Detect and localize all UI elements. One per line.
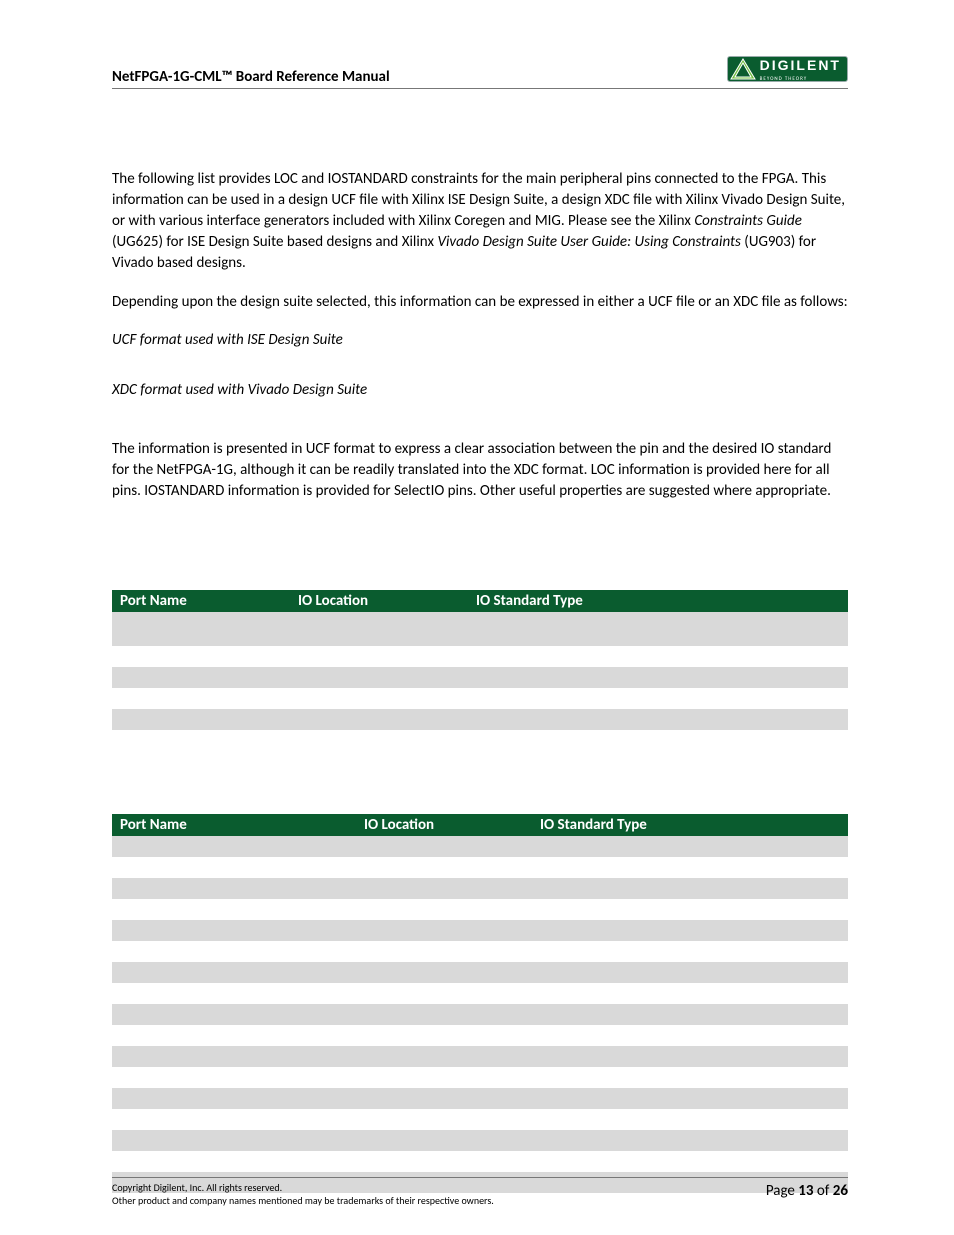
table-row: [112, 899, 848, 920]
page-header: NetFPGA-1G-CML™ Board Reference Manual D…: [112, 56, 848, 89]
pin-table-1: Port Name IO Location IO Standard Type: [112, 590, 848, 730]
table-row: [112, 920, 848, 941]
col-port-name: Port Name: [112, 814, 356, 836]
paragraph-intro: The following list provides LOC and IOST…: [112, 169, 848, 274]
table-row: [112, 709, 848, 730]
pin-table-2: Port Name IO Location IO Standard Type: [112, 814, 848, 1193]
trademark-text: Other product and company names mentione…: [112, 1194, 494, 1207]
table-row: [112, 1130, 848, 1151]
table-row: [112, 612, 848, 646]
table-row: [112, 1004, 848, 1025]
header-title: NetFPGA-1G-CML™ Board Reference Manual: [112, 56, 390, 86]
text-run-italic: Constraints Guide: [694, 212, 802, 230]
page-label: Page: [766, 1182, 798, 1200]
table-row: [112, 1109, 848, 1130]
page-footer: Copyright Digilent, Inc. All rights rese…: [112, 1177, 848, 1207]
table-row: [112, 836, 848, 857]
col-io-location: IO Location: [290, 590, 468, 612]
paragraph-depending: Depending upon the design suite selected…: [112, 292, 848, 313]
page-total: 26: [833, 1182, 848, 1200]
paragraph-info: The information is presented in UCF form…: [112, 439, 848, 502]
logo-subtext: BEYOND THEORY: [760, 76, 841, 82]
paragraph-ucf-format: UCF format used with ISE Design Suite: [112, 331, 848, 349]
table-header-row: Port Name IO Location IO Standard Type: [112, 590, 848, 612]
table-row: [112, 646, 848, 667]
footer-page: Page 13 of 26: [766, 1182, 848, 1200]
table-row: [112, 667, 848, 688]
table-row: [112, 1088, 848, 1109]
page-of: of: [814, 1182, 833, 1200]
triangle-icon: [730, 58, 756, 80]
table-row: [112, 1025, 848, 1046]
table-row: [112, 688, 848, 709]
table-row: [112, 1151, 848, 1172]
table-row: [112, 983, 848, 1004]
table-row: [112, 941, 848, 962]
table-row: [112, 857, 848, 878]
paragraph-xdc-format: XDC format used with Vivado Design Suite: [112, 381, 848, 399]
table-row: [112, 1067, 848, 1088]
text-run: (UG625) for ISE Design Suite based desig…: [112, 233, 437, 251]
digilent-logo: DIGILENT BEYOND THEORY: [727, 56, 848, 82]
col-io-standard: IO Standard Type: [532, 814, 848, 836]
table-row: [112, 878, 848, 899]
col-io-standard: IO Standard Type: [468, 590, 848, 612]
col-io-location: IO Location: [356, 814, 532, 836]
page-number: 13: [798, 1182, 813, 1200]
logo-text: DIGILENT: [760, 57, 841, 73]
footer-copyright: Copyright Digilent, Inc. All rights rese…: [112, 1182, 494, 1207]
table-header-row: Port Name IO Location IO Standard Type: [112, 814, 848, 836]
text-run-italic: Vivado Design Suite User Guide: Using Co…: [437, 233, 740, 251]
table-row: [112, 1046, 848, 1067]
logo-text-wrap: DIGILENT BEYOND THEORY: [760, 56, 841, 82]
copyright-text: Copyright Digilent, Inc. All rights rese…: [112, 1181, 282, 1194]
col-port-name: Port Name: [112, 590, 290, 612]
table-row: [112, 962, 848, 983]
